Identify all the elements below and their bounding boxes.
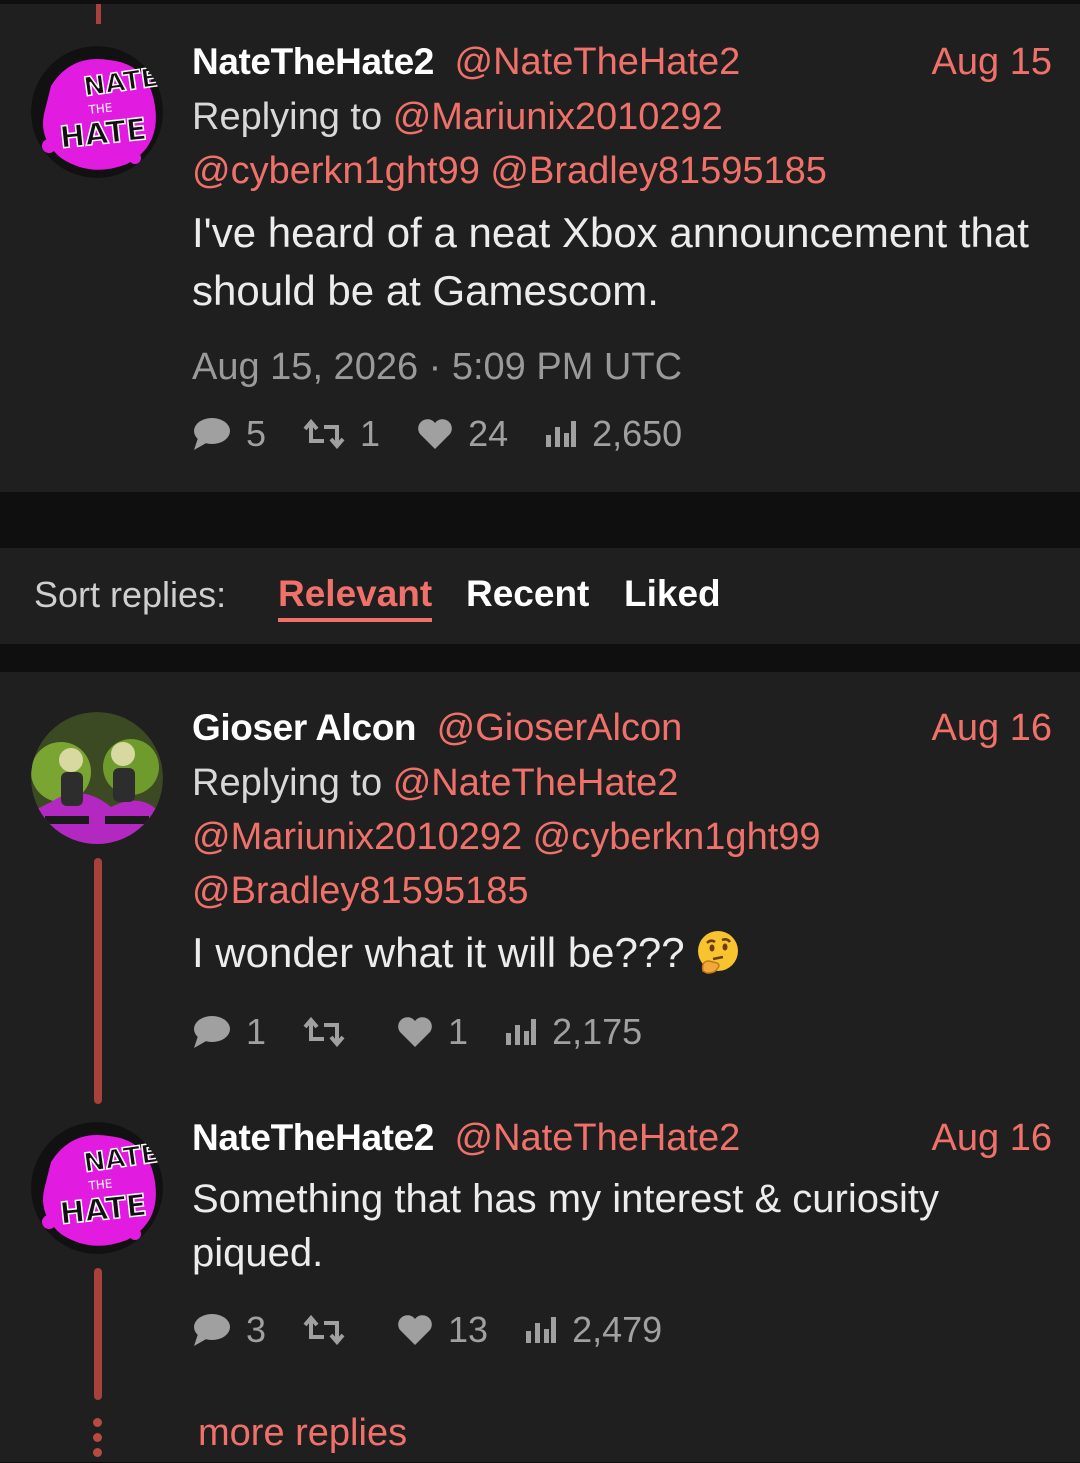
comment-stat[interactable]: 1 xyxy=(192,1011,266,1053)
main-tweet[interactable]: NATE THE HATE NateTheHate2 @NateTheHate2… xyxy=(0,4,1080,492)
tweet-stats: 5 1 24 2,650 xyxy=(192,404,1052,464)
replying-to-label: Replying to xyxy=(192,762,383,804)
more-replies-link[interactable]: more replies xyxy=(198,1412,407,1455)
views-stat[interactable]: 2,479 xyxy=(524,1309,662,1351)
retweet-count: 1 xyxy=(360,413,381,454)
like-count: 24 xyxy=(468,413,509,454)
comment-stat[interactable]: 3 xyxy=(192,1309,266,1351)
reply-body: NateTheHate2 @NateTheHate2 Aug 16 Someth… xyxy=(192,1110,1052,1360)
reply-stats: 1 1 2,175 xyxy=(192,1002,1052,1062)
thread-line xyxy=(96,4,101,24)
thread-line xyxy=(94,858,102,1104)
avatar[interactable]: NATE THE HATE xyxy=(31,46,163,178)
replying-to: Replying to @Mariunix2010292 @cyberkn1gh… xyxy=(192,90,1052,198)
gioser-avatar-icon xyxy=(31,712,163,844)
sort-tab-relevant[interactable]: Relevant xyxy=(278,570,433,622)
avatar[interactable]: NATE THE HATE xyxy=(31,1122,163,1254)
author-handle[interactable]: @NateTheHate2 xyxy=(455,1117,741,1159)
avatar[interactable] xyxy=(31,712,163,844)
retweet-stat[interactable] xyxy=(302,1315,360,1345)
mention-link[interactable]: @Mariunix2010292 @cyberkn1ght99 xyxy=(192,816,821,858)
nate-the-hate-logo-icon: NATE THE HATE xyxy=(31,1122,163,1254)
svg-text:THE: THE xyxy=(87,101,113,118)
views-count: 2,479 xyxy=(572,1309,663,1350)
tweet-timestamp[interactable]: Aug 15, 2026 · 5:09 PM UTC xyxy=(192,342,1052,392)
mention-link[interactable]: @cyberkn1ght99 @Bradley81595185 xyxy=(192,150,827,192)
svg-text:THE: THE xyxy=(87,1177,113,1194)
retweet-stat[interactable]: 1 xyxy=(302,413,380,455)
like-stat[interactable]: 24 xyxy=(416,413,508,455)
comment-count: 1 xyxy=(246,1011,267,1052)
reply-body: Gioser Alcon @GioserAlcon Aug 16 Replyin… xyxy=(192,700,1052,1062)
views-count: 2,650 xyxy=(592,413,683,454)
comment-icon xyxy=(194,1314,230,1346)
sort-label: Sort replies: xyxy=(34,574,227,615)
views-stat[interactable]: 2,175 xyxy=(504,1011,642,1053)
replying-to: Replying to @NateTheHate2 @Mariunix20102… xyxy=(192,756,1052,918)
reply-text: Something that has my interest & curiosi… xyxy=(192,1177,939,1275)
mention-link[interactable]: @NateTheHate2 xyxy=(393,762,679,804)
like-count: 1 xyxy=(448,1011,469,1052)
sort-tab-recent[interactable]: Recent xyxy=(466,570,589,618)
tweet-body: NateTheHate2 @NateTheHate2 Aug 15 Replyi… xyxy=(192,34,1052,464)
replies-thread: Gioser Alcon @GioserAlcon Aug 16 Replyin… xyxy=(0,672,1080,1462)
heart-icon xyxy=(418,419,452,449)
views-bar-chart-icon xyxy=(546,421,577,447)
author-name[interactable]: NateTheHate2 xyxy=(192,41,434,82)
reply-stats: 3 13 2,479 xyxy=(192,1300,1052,1360)
comment-icon xyxy=(194,418,230,450)
reply-date[interactable]: Aug 16 xyxy=(932,700,1052,756)
thinking-face-icon xyxy=(697,930,738,974)
views-count: 2,175 xyxy=(552,1011,643,1052)
like-count: 13 xyxy=(448,1309,489,1350)
views-stat[interactable]: 2,650 xyxy=(544,413,682,455)
like-stat[interactable]: 13 xyxy=(396,1309,488,1351)
retweet-icon xyxy=(303,1315,345,1345)
retweet-icon xyxy=(303,1017,345,1047)
reply-header: Gioser Alcon @GioserAlcon Aug 16 xyxy=(192,700,1052,756)
heart-icon xyxy=(398,1315,432,1345)
retweet-icon xyxy=(303,419,345,449)
sort-tab-liked[interactable]: Liked xyxy=(624,570,721,618)
tweet-text: I've heard of a neat Xbox announcement t… xyxy=(192,209,1029,314)
comment-icon xyxy=(194,1016,230,1048)
reply-text: I wonder what it will be??? xyxy=(192,924,1052,982)
comment-stat[interactable]: 5 xyxy=(192,413,266,455)
more-replies-dots-icon xyxy=(93,1418,103,1463)
replying-to-label: Replying to xyxy=(192,96,383,138)
views-bar-chart-icon xyxy=(526,1317,557,1343)
mention-link[interactable]: @Mariunix2010292 xyxy=(393,96,723,138)
reply-date[interactable]: Aug 16 xyxy=(932,1110,1052,1166)
comment-count: 5 xyxy=(246,413,267,454)
author-handle[interactable]: @NateTheHate2 xyxy=(455,41,741,83)
nate-the-hate-logo-icon: NATE THE HATE xyxy=(31,46,163,178)
heart-icon xyxy=(398,1017,432,1047)
thread-line xyxy=(94,1268,102,1400)
author-name[interactable]: NateTheHate2 xyxy=(192,1117,434,1158)
reply-text-content: I wonder what it will be??? xyxy=(192,929,685,976)
like-stat[interactable]: 1 xyxy=(396,1011,468,1053)
author-name[interactable]: Gioser Alcon xyxy=(192,707,417,748)
mention-link[interactable]: @Bradley81595185 xyxy=(192,870,529,912)
views-bar-chart-icon xyxy=(506,1019,537,1045)
retweet-stat[interactable] xyxy=(302,1017,360,1047)
author-handle[interactable]: @GioserAlcon xyxy=(437,707,683,749)
comment-count: 3 xyxy=(246,1309,267,1350)
reply-header: NateTheHate2 @NateTheHate2 Aug 16 xyxy=(192,1110,1052,1166)
tweet-date[interactable]: Aug 15 xyxy=(932,34,1052,90)
sort-replies-bar: Sort replies: Relevant Recent Liked xyxy=(0,548,1080,644)
tweet-header: NateTheHate2 @NateTheHate2 Aug 15 xyxy=(192,34,1052,90)
